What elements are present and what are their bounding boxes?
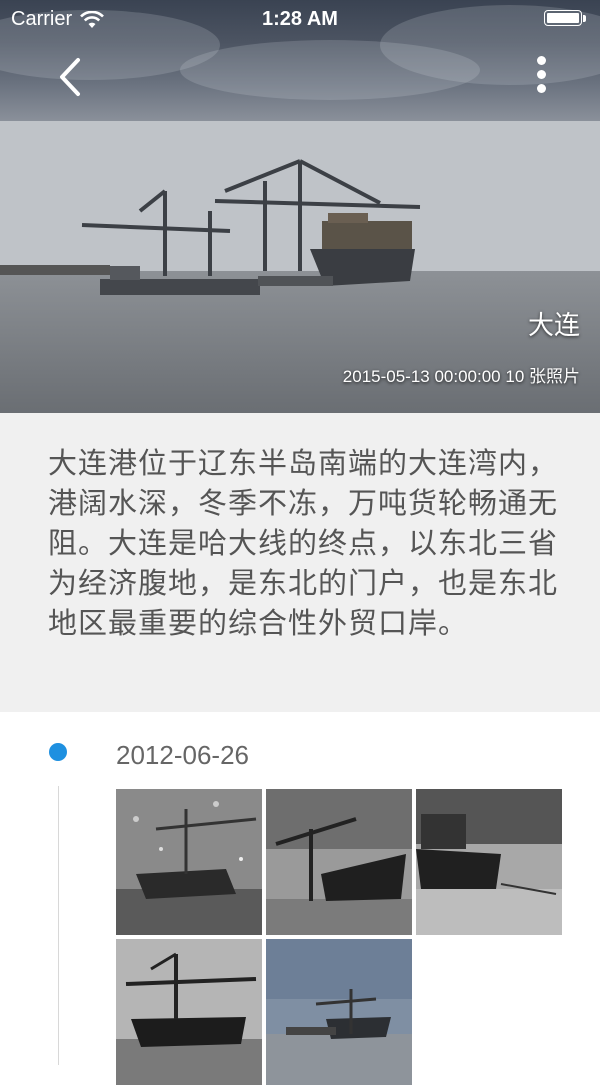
description-section: 大连港位于辽东半岛南端的大连湾内，港阔水深，冬季不冻，万吨货轮畅通无阻。大连是哈… bbox=[0, 413, 600, 712]
photo-thumb[interactable] bbox=[116, 939, 262, 1085]
photo-thumb[interactable] bbox=[116, 789, 262, 935]
more-vertical-icon bbox=[528, 56, 554, 93]
photo-thumb[interactable] bbox=[266, 939, 412, 1085]
chevron-left-icon bbox=[60, 58, 80, 96]
hero-title: 大连 bbox=[527, 310, 580, 340]
photo-thumb[interactable] bbox=[416, 789, 562, 935]
status-time: 1:28 AM bbox=[262, 8, 338, 30]
photo-thumb[interactable] bbox=[266, 789, 412, 935]
description-text: 大连港位于辽东半岛南端的大连湾内，港阔水深，冬季不冻，万吨货轮畅通无阻。大连是哈… bbox=[48, 446, 559, 640]
timeline-line bbox=[58, 786, 59, 1065]
back-button[interactable] bbox=[50, 52, 94, 100]
hero-meta: 2015-05-13 00:00:00 10 张照片 bbox=[342, 367, 580, 386]
hero-image: 大连 2015-05-13 00:00:00 10 张照片 bbox=[0, 121, 600, 413]
more-options-button[interactable] bbox=[528, 56, 554, 100]
timeline-dot bbox=[49, 743, 67, 761]
top-bar: Carrier 1:28 AM bbox=[0, 0, 600, 121]
timeline-date: 2012-06-26 bbox=[116, 740, 249, 770]
battery-icon bbox=[544, 10, 588, 28]
status-bar: Carrier 1:28 AM bbox=[0, 0, 600, 40]
